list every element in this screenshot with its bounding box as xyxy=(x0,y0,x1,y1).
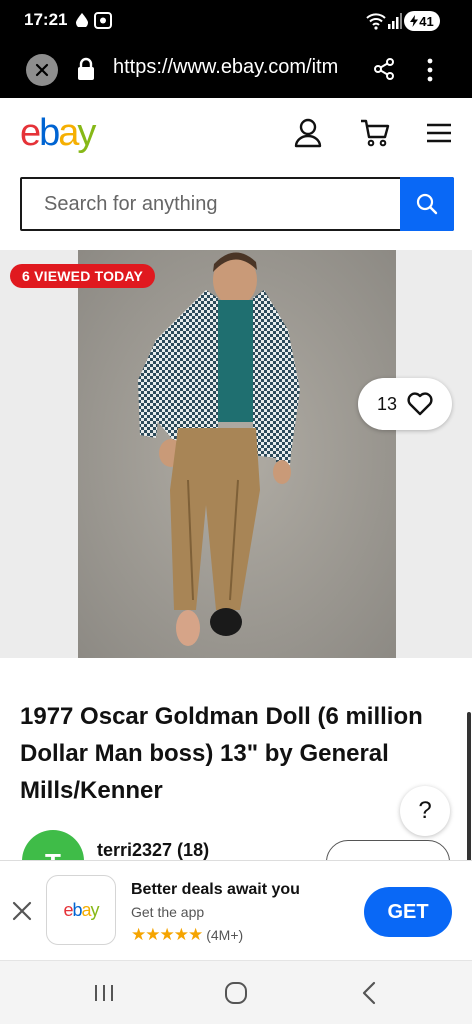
get-app-button[interactable]: GET xyxy=(364,887,452,937)
image-gallery[interactable]: 6 VIEWED TODAY xyxy=(0,250,472,658)
product-photo[interactable] xyxy=(78,250,396,658)
search-icon xyxy=(416,193,438,215)
signal-icon xyxy=(388,13,402,29)
share-icon[interactable] xyxy=(372,57,396,81)
app-rating: ★★★★★ (4M+) xyxy=(131,925,243,945)
help-icon: ? xyxy=(418,797,432,824)
rating-count: (4M+) xyxy=(206,927,244,943)
search-bar xyxy=(20,177,454,231)
system-nav-bar xyxy=(0,960,472,1024)
banner-subtitle: Get the app xyxy=(131,904,205,920)
cart-icon[interactable] xyxy=(360,118,390,148)
close-icon xyxy=(35,63,49,77)
watch-count: 13 xyxy=(376,393,398,414)
close-icon[interactable] xyxy=(10,899,34,923)
ebay-app-logo: ebay xyxy=(46,875,116,945)
lock-icon[interactable] xyxy=(76,57,96,81)
search-button[interactable] xyxy=(400,177,454,231)
seller-avatar[interactable]: T xyxy=(22,830,84,860)
more-vert-icon[interactable] xyxy=(420,56,440,84)
seller-info: T terri2327 (18) xyxy=(0,828,472,860)
seller-name[interactable]: terri2327 (18) xyxy=(97,840,209,860)
listing-title: 1977 Oscar Goldman Doll (6 million Dolla… xyxy=(20,703,423,804)
star-icons: ★★★★★ xyxy=(131,925,203,944)
battery-level: 41 xyxy=(419,13,434,29)
ebay-logo[interactable]: ebay xyxy=(20,112,96,155)
message-seller-button[interactable] xyxy=(326,840,450,860)
screen-record-icon xyxy=(94,12,112,29)
browser-url-bar: https://www.ebay.com/itm xyxy=(0,44,472,98)
url-text[interactable]: https://www.ebay.com/itm xyxy=(113,56,353,79)
charging-icon xyxy=(410,15,419,27)
user-icon[interactable] xyxy=(294,118,322,148)
recent-apps-icon[interactable] xyxy=(93,983,115,1003)
battery-indicator: 41 xyxy=(404,11,440,31)
close-tab-button[interactable] xyxy=(26,54,58,86)
scrollbar-thumb[interactable] xyxy=(467,712,471,872)
back-icon[interactable] xyxy=(360,981,378,1005)
viewed-today-badge: 6 VIEWED TODAY xyxy=(10,264,156,288)
status-bar: 17:21 41 xyxy=(0,0,472,44)
search-input[interactable] xyxy=(22,179,400,229)
site-header: ebay xyxy=(0,98,472,168)
banner-headline: Better deals await you xyxy=(131,881,300,898)
watch-button[interactable]: 13 xyxy=(358,378,452,430)
home-icon[interactable] xyxy=(224,981,248,1005)
wifi-icon xyxy=(366,13,386,30)
status-time: 17:21 xyxy=(24,10,68,29)
heart-icon xyxy=(407,392,433,416)
menu-icon[interactable] xyxy=(426,122,452,144)
drop-icon xyxy=(76,13,88,27)
app-promo-banner: ebay Better deals await you Get the app … xyxy=(0,860,472,960)
